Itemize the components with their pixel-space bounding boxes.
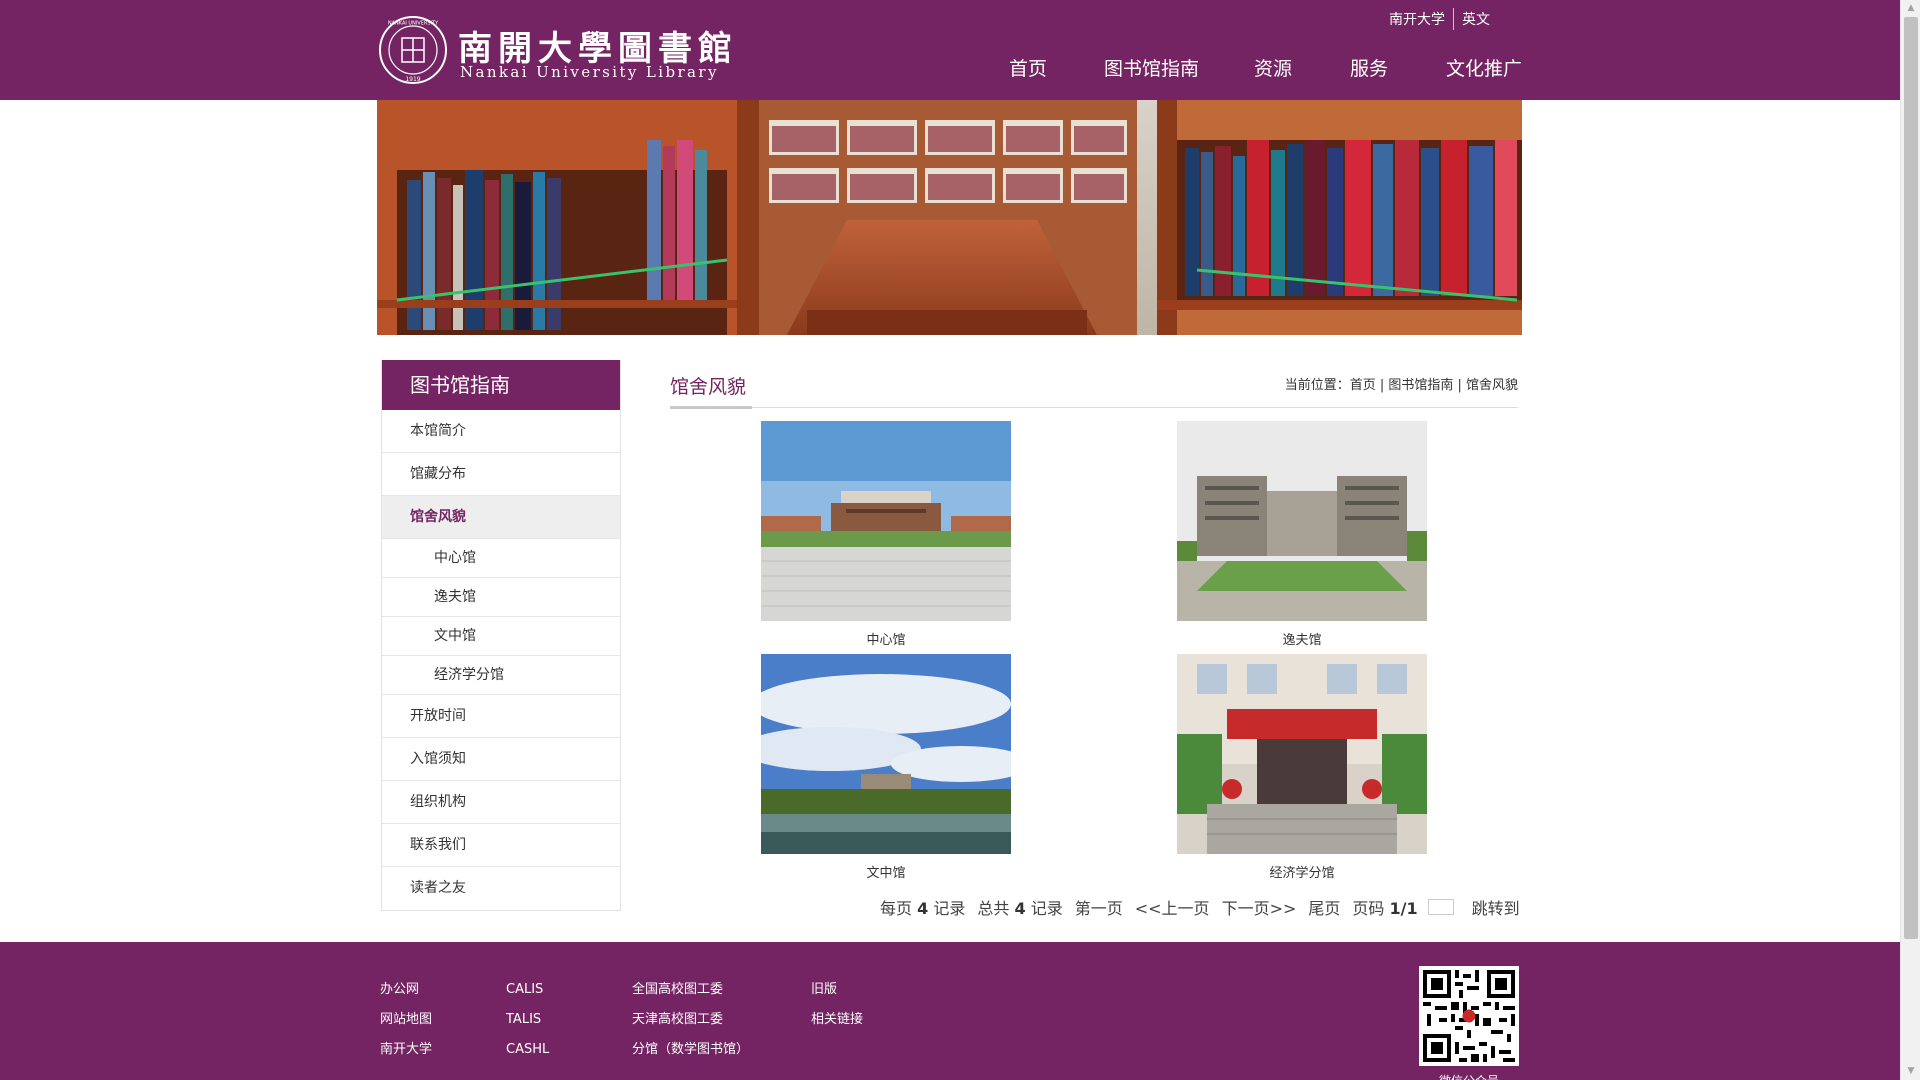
footer-link-old-version[interactable]: 旧版 bbox=[811, 982, 863, 1012]
sidebar-item-collection-distribution[interactable]: 馆藏分布 bbox=[382, 453, 620, 496]
next-page-link[interactable]: 下一页>> bbox=[1222, 895, 1297, 919]
site-header: NANKAI UNIVERSITY 1919 南開大學圖書館 Nankai Un… bbox=[0, 0, 1900, 100]
wechat-qr-code bbox=[1419, 966, 1519, 1066]
page-number-info: 页码 1/1 bbox=[1352, 899, 1418, 918]
scroll-down-arrow-icon[interactable]: ▼ bbox=[1901, 1063, 1920, 1080]
photo-caption[interactable]: 文中馆 bbox=[761, 862, 1011, 881]
footer-column-4: 旧版 相关链接 bbox=[811, 982, 863, 1042]
english-version-link[interactable]: 英文 bbox=[1454, 9, 1498, 29]
total-records-info: 总共 4 记录 bbox=[977, 899, 1063, 918]
sidebar-item-opening-hours[interactable]: 开放时间 bbox=[382, 695, 620, 738]
nav-resources[interactable]: 资源 bbox=[1254, 54, 1292, 81]
sidebar-title: 图书馆指南 bbox=[382, 360, 620, 410]
photo-caption[interactable]: 逸夫馆 bbox=[1177, 629, 1427, 648]
nav-services[interactable]: 服务 bbox=[1350, 54, 1388, 81]
photo-caption[interactable]: 中心馆 bbox=[761, 629, 1011, 648]
sidebar-subitem-central-library[interactable]: 中心馆 bbox=[382, 539, 620, 578]
sidebar-item-organization[interactable]: 组织机构 bbox=[382, 781, 620, 824]
sidebar-item-contact-us[interactable]: 联系我们 bbox=[382, 824, 620, 867]
footer-link-nankai[interactable]: 南开大学 bbox=[380, 1042, 432, 1072]
nav-home[interactable]: 首页 bbox=[1009, 54, 1047, 81]
footer-link-related-links[interactable]: 相关链接 bbox=[811, 1012, 863, 1042]
sidebar-item-library-buildings[interactable]: 馆舍风貌 bbox=[382, 496, 620, 539]
library-banner-image bbox=[377, 100, 1522, 335]
sidebar-item-admission-rules[interactable]: 入馆须知 bbox=[382, 738, 620, 781]
sidebar-subitem-yifu-library[interactable]: 逸夫馆 bbox=[382, 578, 620, 617]
footer-link-tianjin-committee[interactable]: 天津高校图工委 bbox=[632, 1012, 749, 1042]
sidebar: 图书馆指南 本馆简介 馆藏分布 馆舍风貌 中心馆 逸夫馆 文中馆 经济学分馆 开… bbox=[381, 360, 621, 911]
site-footer: 办公网 网站地图 南开大学 CALIS TALIS CASHL 全国高校图工委 … bbox=[0, 942, 1900, 1080]
pagination: 每页 4 记录 总共 4 记录 第一页 <<上一页 下一页>> 尾页 页码 1/… bbox=[880, 895, 1520, 919]
footer-link-math-library[interactable]: 分馆（数学图书馆） bbox=[632, 1042, 749, 1072]
photo-economics-library[interactable] bbox=[1177, 654, 1427, 854]
photo-yifu-library[interactable] bbox=[1177, 421, 1427, 621]
per-page-info: 每页 4 记录 bbox=[880, 899, 966, 918]
qr-caption: 微信公众号 bbox=[1419, 1072, 1519, 1080]
footer-link-national-committee[interactable]: 全国高校图工委 bbox=[632, 982, 749, 1012]
breadcrumb-prefix: 当前位置： bbox=[1284, 378, 1350, 393]
svg-text:NANKAI UNIVERSITY: NANKAI UNIVERSITY bbox=[388, 21, 439, 27]
footer-link-office[interactable]: 办公网 bbox=[380, 982, 432, 1012]
footer-link-sitemap[interactable]: 网站地图 bbox=[380, 1012, 432, 1042]
breadcrumb: 当前位置：首页 | 图书馆指南 | 馆舍风貌 bbox=[1285, 374, 1518, 393]
university-seal-icon: NANKAI UNIVERSITY 1919 bbox=[379, 16, 447, 84]
sidebar-item-library-intro[interactable]: 本馆简介 bbox=[382, 410, 620, 453]
jump-page-input[interactable] bbox=[1427, 899, 1454, 915]
jump-to-button[interactable]: 跳转到 bbox=[1472, 895, 1520, 919]
footer-column-2: CALIS TALIS CASHL bbox=[506, 982, 549, 1072]
nav-library-guide[interactable]: 图书馆指南 bbox=[1104, 54, 1199, 81]
prev-page-link[interactable]: <<上一页 bbox=[1135, 895, 1210, 919]
title-underline bbox=[670, 406, 752, 409]
page-scrollbar[interactable]: ▲ ▼ bbox=[1900, 0, 1920, 1080]
first-page-link[interactable]: 第一页 bbox=[1075, 895, 1123, 919]
photo-caption[interactable]: 经济学分馆 bbox=[1177, 862, 1427, 881]
logo-english-title: Nankai University Library bbox=[460, 63, 719, 81]
sidebar-subitem-economics-library[interactable]: 经济学分馆 bbox=[382, 656, 620, 695]
scrollbar-thumb[interactable] bbox=[1904, 17, 1918, 939]
footer-column-3: 全国高校图工委 天津高校图工委 分馆（数学图书馆） bbox=[632, 982, 749, 1072]
title-divider bbox=[670, 407, 1518, 408]
nav-culture-promotion[interactable]: 文化推广 bbox=[1446, 54, 1522, 81]
nankai-university-link[interactable]: 南开大学 bbox=[1381, 9, 1453, 29]
sidebar-subitem-wenzhong-library[interactable]: 文中馆 bbox=[382, 617, 620, 656]
photo-wenzhong-library[interactable] bbox=[761, 654, 1011, 854]
sidebar-item-readers-friend[interactable]: 读者之友 bbox=[382, 867, 620, 910]
svg-text:1919: 1919 bbox=[405, 76, 420, 83]
footer-column-1: 办公网 网站地图 南开大学 bbox=[380, 982, 432, 1072]
page-title: 馆舍风貌 bbox=[670, 376, 747, 398]
photo-central-library[interactable] bbox=[761, 421, 1011, 621]
footer-link-cashl[interactable]: CASHL bbox=[506, 1042, 549, 1072]
last-page-link[interactable]: 尾页 bbox=[1308, 895, 1340, 919]
scroll-up-arrow-icon[interactable]: ▲ bbox=[1901, 0, 1920, 17]
breadcrumb-path[interactable]: 首页 | 图书馆指南 | 馆舍风貌 bbox=[1350, 378, 1518, 393]
top-links: 南开大学 英文 bbox=[1381, 8, 1498, 30]
footer-link-calis[interactable]: CALIS bbox=[506, 982, 549, 1012]
library-logo[interactable]: NANKAI UNIVERSITY 1919 南開大學圖書館 Nankai Un… bbox=[378, 15, 732, 85]
footer-link-talis[interactable]: TALIS bbox=[506, 1012, 549, 1042]
